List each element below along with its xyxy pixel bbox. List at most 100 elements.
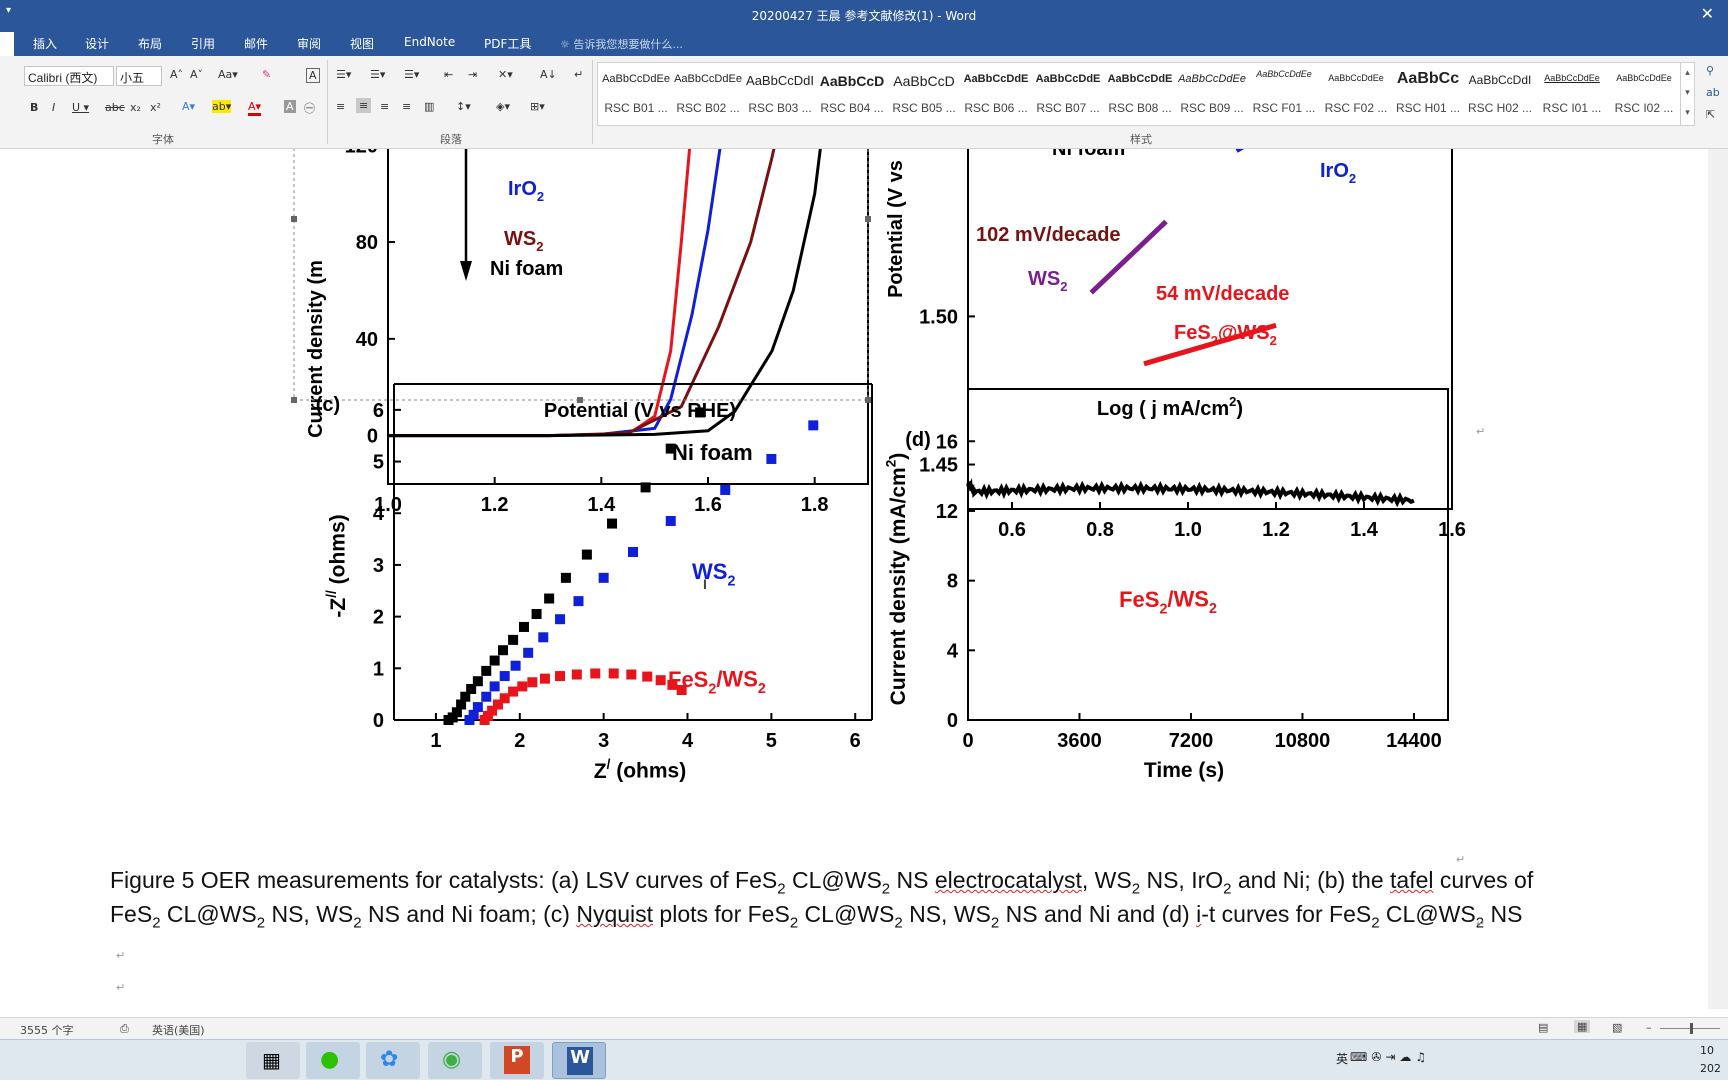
browser-app[interactable]: ◉ (428, 1042, 482, 1079)
tab-insert[interactable]: 插入 (33, 35, 57, 52)
chart-c-panel-label: (c) (316, 394, 340, 416)
clock-date[interactable]: 202 (1700, 1062, 1721, 1075)
italic-icon[interactable]: I (52, 101, 55, 114)
font-size-select[interactable]: 小五 (116, 66, 162, 86)
style-item[interactable]: AaBbCcDdEe RSC F02 ... (1320, 65, 1392, 123)
borders-icon[interactable]: ⊞▾ (530, 100, 545, 113)
proofing-icon[interactable]: ⎙ (120, 1022, 129, 1036)
chart-b-label-nifoam: Ni foam (1052, 149, 1125, 160)
line-spacing-icon[interactable]: ↕▾ (456, 100, 471, 113)
browser-icon: ◉ (442, 1047, 462, 1072)
chart-b-xlabel: Log ( j mA/cm2) (1097, 394, 1243, 420)
web-layout-icon[interactable]: ▧ (1612, 1021, 1622, 1034)
chart-d-ylabel: Current density (mA/cm2) (884, 453, 910, 706)
tray-icons[interactable]: ⌨✇⇥☁♫ (1350, 1050, 1430, 1064)
gallery-scroll[interactable]: ▴ ▾ ▾ (1680, 63, 1694, 125)
style-name: RSC I01 ... (1542, 101, 1602, 115)
justify-icon[interactable]: ≡ (402, 100, 411, 113)
tab-home-edge[interactable] (0, 32, 14, 56)
style-item[interactable]: AaBbCcDdE RSC B07 ... (1032, 65, 1104, 123)
style-item[interactable]: AaBbCcDdEe RSC I02 ... (1608, 65, 1680, 123)
read-mode-icon[interactable]: ▤ (1538, 1021, 1548, 1034)
style-item[interactable]: AaBbCcD RSC B05 ... (888, 65, 960, 123)
tab-mailings[interactable]: 邮件 (244, 35, 268, 52)
word-app[interactable]: W (552, 1042, 606, 1079)
baidu-netdisk-app[interactable]: ✿ (366, 1042, 420, 1079)
tab-pdf-tools[interactable]: PDF工具 (484, 35, 531, 52)
align-right-icon[interactable]: ≡ (380, 100, 389, 113)
chart-c-point (544, 593, 555, 604)
style-item[interactable]: AaBbCcDdEe RSC I01 ... (1536, 65, 1608, 123)
superscript-icon[interactable]: x² (150, 101, 161, 114)
tab-view[interactable]: 视图 (350, 35, 374, 52)
powerpoint-app[interactable]: P (490, 1042, 544, 1079)
tab-design[interactable]: 设计 (85, 35, 109, 52)
style-sample: AaBbCcDdI (746, 73, 814, 88)
zoom-thumb[interactable] (1690, 1023, 1693, 1034)
shading-icon[interactable]: ◈▾ (496, 100, 510, 113)
bold-icon[interactable]: B (30, 101, 38, 114)
decrease-indent-icon[interactable]: ⇤ (444, 68, 453, 81)
chart-c-point (642, 671, 653, 682)
style-item[interactable]: AaBbCcDdEe RSC F01 ... (1248, 65, 1320, 123)
close-button[interactable]: ✕ (1701, 4, 1714, 23)
char-border-icon[interactable]: A (306, 68, 320, 83)
style-item[interactable]: AaBbCcDdE RSC B08 ... (1104, 65, 1176, 123)
highlight-icon[interactable]: ab▾ (212, 100, 232, 113)
text-effects-icon[interactable]: A▾ (182, 100, 195, 113)
font-name-select[interactable]: Calibri (西文) (24, 66, 114, 86)
tab-review[interactable]: 审阅 (297, 35, 321, 52)
tab-endnote[interactable]: EndNote (404, 35, 455, 49)
increase-indent-icon[interactable]: ⇥ (468, 68, 477, 81)
char-shading-icon[interactable]: A (284, 100, 296, 113)
print-layout-icon[interactable]: ▦ (1574, 1020, 1591, 1033)
style-item[interactable]: AaBbCcDdE RSC B06 ... (960, 65, 1032, 123)
wechat-app[interactable]: ● (306, 1042, 360, 1079)
calculator-app[interactable]: ▦ (246, 1042, 300, 1079)
bullets-icon[interactable]: ☰▾ (336, 68, 351, 81)
style-item[interactable]: AaBbCcDdEe RSC B09 ... (1176, 65, 1248, 123)
style-item[interactable]: AaBbCcDdI RSC H02 ... (1464, 65, 1536, 123)
y-tick-label: 5 (373, 452, 384, 474)
tell-me-box[interactable]: ☼ 告诉我您想要做什么... (560, 36, 683, 52)
chart-c-point (510, 660, 521, 671)
tab-references[interactable]: 引用 (191, 35, 215, 52)
multilevel-list-icon[interactable]: ☰▾ (404, 68, 419, 81)
distributed-icon[interactable]: ▥ (424, 100, 434, 113)
vertical-scrollbar[interactable] (1708, 149, 1728, 1009)
chart-a-series-line (388, 149, 822, 438)
style-item[interactable]: AaBbCcDdEe RSC B01 ... (600, 65, 672, 123)
shrink-font-icon[interactable]: A˅ (190, 68, 203, 81)
grow-font-icon[interactable]: A˄ (170, 68, 183, 81)
zoom-out-icon[interactable]: – (1646, 1021, 1652, 1034)
chinese-layout-icon[interactable]: ✕▾ (498, 68, 513, 81)
change-case-icon[interactable]: Aa▾ (218, 68, 238, 81)
clock-time[interactable]: 10 (1700, 1044, 1714, 1057)
document-page[interactable]: 1.01.21.41.61.804080120Potential (V vs R… (0, 149, 1728, 1009)
numbering-icon[interactable]: ☰▾ (370, 68, 385, 81)
align-left-icon[interactable]: ≡ (336, 100, 345, 113)
align-center-icon[interactable]: ≡ (356, 98, 372, 113)
x-tick-label: 0 (962, 730, 973, 752)
word-count[interactable]: 3555 个字 (20, 1022, 74, 1038)
ime-indicator[interactable]: 英 (1336, 1050, 1348, 1067)
style-item[interactable]: AaBbCcDdEe RSC B02 ... (672, 65, 744, 123)
find-icon[interactable]: ⚲ (1706, 64, 1714, 77)
style-item[interactable]: AaBbCcDdI RSC B03 ... (744, 65, 816, 123)
x-tick-label: 1.4 (587, 494, 616, 516)
enclose-char-icon[interactable]: ㊀ (304, 100, 315, 116)
clear-format-icon[interactable]: ✎ (262, 68, 271, 81)
underline-icon[interactable]: U ▾ (72, 101, 89, 114)
select-icon[interactable]: ⇱ (1706, 108, 1715, 121)
font-color-icon[interactable]: A▾ (248, 100, 262, 116)
chart-c-point (581, 549, 592, 560)
language-indicator[interactable]: 英语(美国) (152, 1022, 205, 1038)
sort-icon[interactable]: A↓ (540, 68, 557, 81)
strikethrough-icon[interactable]: abc (105, 101, 125, 114)
show-marks-icon[interactable]: ↵ (574, 68, 583, 81)
tab-layout[interactable]: 布局 (138, 35, 162, 52)
replace-icon[interactable]: ab (1706, 86, 1720, 99)
style-item[interactable]: AaBbCcD RSC B04 ... (816, 65, 888, 123)
subscript-icon[interactable]: x₂ (130, 101, 141, 114)
style-item[interactable]: AaBbCc RSC H01 ... (1392, 65, 1464, 123)
